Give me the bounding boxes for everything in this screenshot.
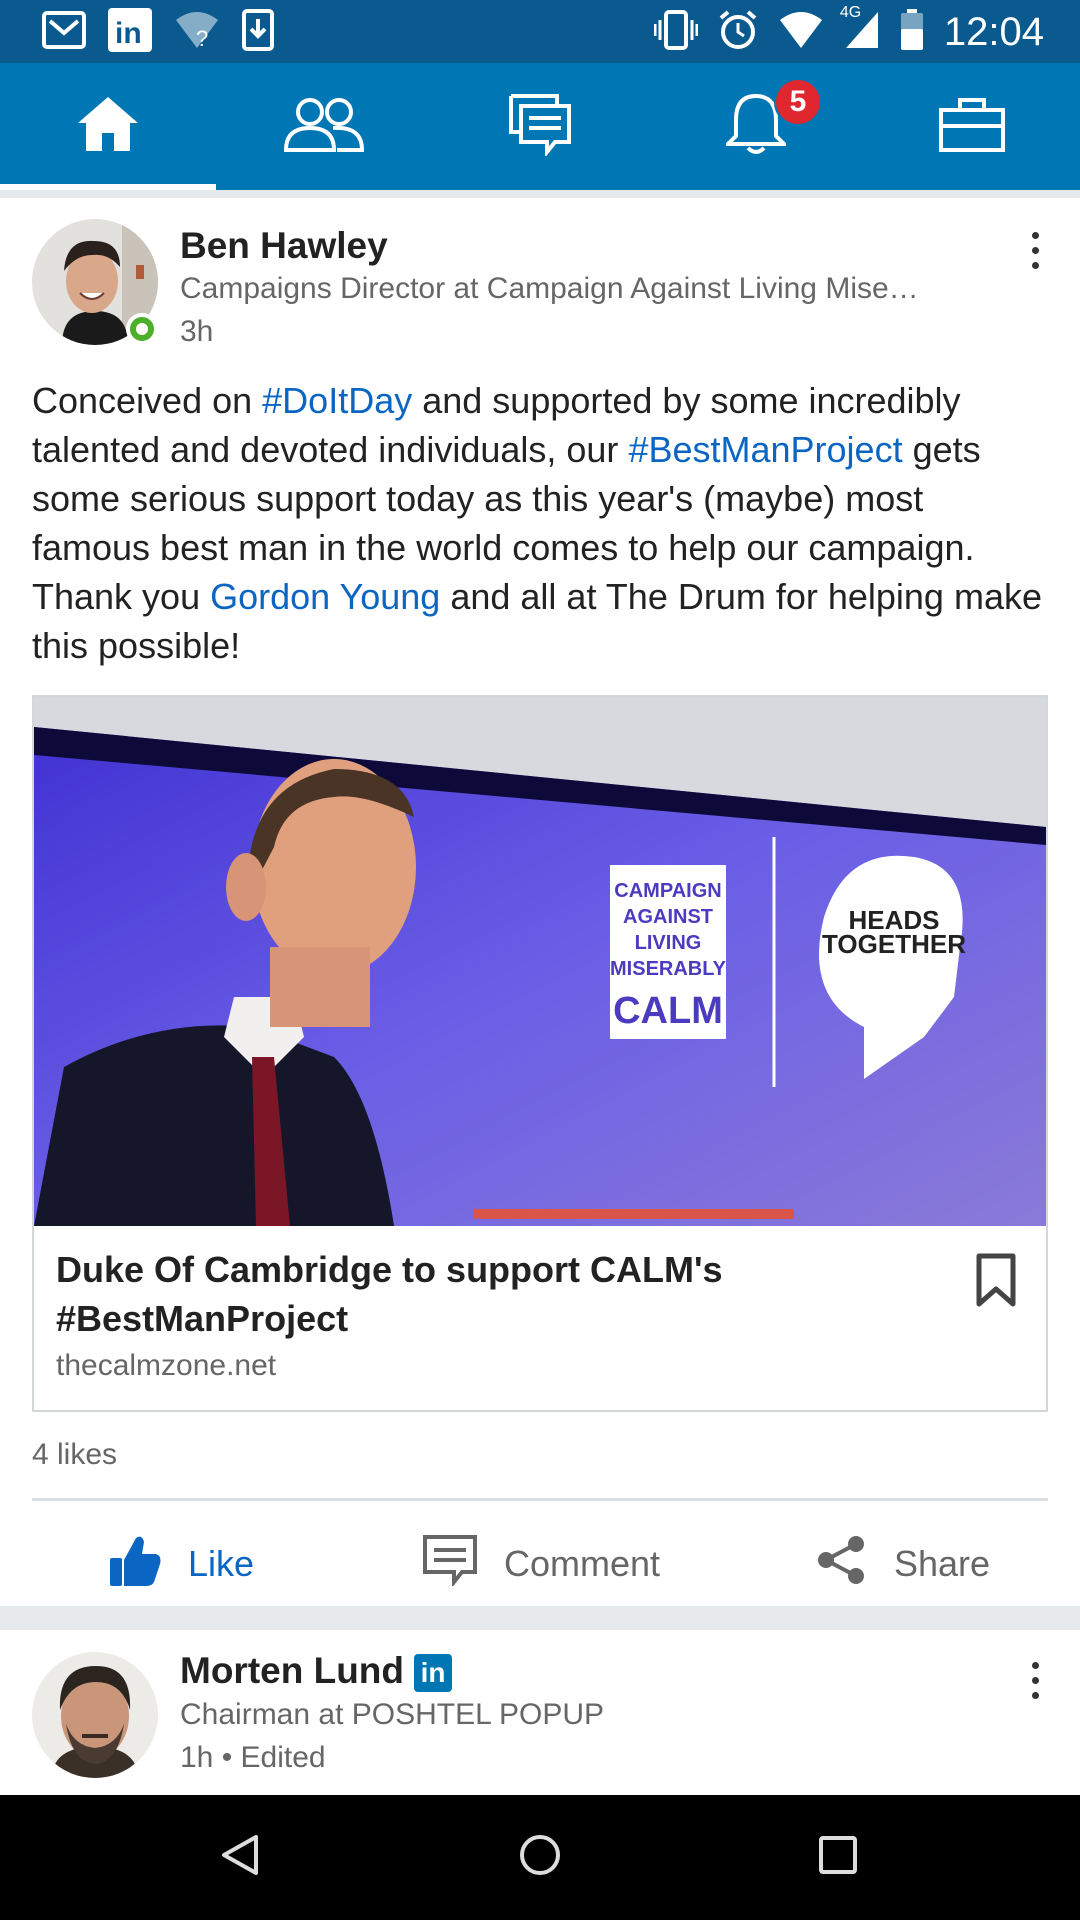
recents-square-icon — [818, 1835, 858, 1880]
comment-button[interactable]: Comment — [422, 1528, 660, 1600]
linkedin-icon: in — [108, 7, 152, 57]
feed-post: Morten Lund in Chairman at POSHTEL POPUP … — [0, 1630, 1080, 1795]
feed-post: Ben Hawley Campaigns Director at Campaig… — [0, 198, 1080, 1606]
top-navigation: 5 — [0, 63, 1080, 190]
share-icon — [816, 1534, 868, 1595]
post-timestamp: 3h — [180, 315, 214, 348]
author-headline: Campaigns Director at Campaign Against L… — [180, 272, 919, 305]
vibrate-icon — [653, 9, 699, 55]
people-icon — [283, 96, 365, 157]
article-link-card[interactable]: CAMPAIGN AGAINST LIVING MISERABLY CALM H… — [32, 695, 1048, 1412]
bookmark-icon[interactable] — [976, 1253, 1016, 1312]
linkedin-influencer-icon: in — [414, 1654, 453, 1693]
share-label: Share — [894, 1543, 991, 1584]
nav-tab-jobs[interactable] — [864, 63, 1080, 190]
mention-link[interactable]: Gordon Young — [210, 576, 440, 617]
share-button[interactable]: Share — [816, 1528, 990, 1600]
author-name[interactable]: Ben Hawley — [180, 225, 388, 267]
home-icon — [76, 95, 140, 158]
alarm-icon — [718, 9, 758, 55]
like-label: Like — [188, 1543, 255, 1584]
author-name[interactable]: Morten Lund — [180, 1650, 404, 1691]
calm-logo-line: CAMPAIGN — [614, 880, 721, 902]
more-dot-icon — [1031, 1676, 1039, 1684]
more-dot-icon — [1031, 1691, 1039, 1699]
more-dot-icon — [1031, 231, 1039, 239]
comment-icon — [422, 1534, 478, 1595]
article-title[interactable]: Duke Of Cambridge to support CALM's #Bes… — [56, 1245, 916, 1343]
hashtag-link[interactable]: #BestManProject — [628, 429, 902, 470]
hashtag-link[interactable]: #DoItDay — [262, 380, 412, 421]
briefcase-icon — [938, 96, 1006, 157]
network-type-label: 4G — [839, 3, 862, 21]
article-domain: thecalmzone.net — [56, 1349, 277, 1382]
more-dot-icon — [1031, 246, 1039, 254]
system-navigation-bar — [0, 1795, 1080, 1920]
messages-icon — [507, 92, 573, 161]
battery-icon — [900, 8, 924, 56]
like-button[interactable]: Like — [108, 1528, 254, 1600]
back-button[interactable] — [208, 1825, 272, 1889]
nav-tab-my-network[interactable] — [216, 63, 432, 190]
thumbs-up-icon — [108, 1532, 162, 1597]
wifi-icon — [778, 10, 824, 55]
comment-label: Comment — [504, 1543, 661, 1584]
nav-tab-home[interactable] — [0, 63, 216, 190]
status-bar: in ? 4G 12:04 — [0, 0, 1080, 63]
post-body-text: Conceived on #DoItDay and supported by s… — [32, 376, 1042, 670]
clock-time: 12:04 — [943, 9, 1044, 54]
author-headline: Chairman at POSHTEL POPUP — [180, 1698, 605, 1731]
post-text-part: Conceived on — [32, 380, 263, 421]
heads-together-logo-line: TOGETHER — [822, 929, 966, 959]
post-timestamp: 1h • Edited — [180, 1741, 326, 1774]
home-circle-icon — [518, 1833, 562, 1882]
post-options-button[interactable] — [1020, 1650, 1050, 1710]
nav-tab-messaging[interactable] — [432, 63, 648, 190]
active-tab-indicator — [0, 184, 216, 190]
likes-count[interactable]: 4 likes — [32, 1438, 117, 1472]
back-triangle-icon — [220, 1833, 260, 1882]
home-button[interactable] — [508, 1825, 572, 1889]
post-options-button[interactable] — [1020, 220, 1050, 280]
nav-tab-notifications[interactable]: 5 — [648, 63, 864, 190]
download-icon — [242, 8, 274, 56]
calm-logo-line: MISERABLY — [610, 958, 727, 980]
notification-count-badge: 5 — [774, 78, 822, 126]
signal-icon: 4G — [840, 4, 880, 55]
divider — [32, 1498, 1048, 1501]
gmail-icon — [42, 10, 86, 54]
wifi-question-icon: ? — [174, 10, 220, 55]
author-name-row: Morten Lund in — [180, 1650, 453, 1693]
more-dot-icon — [1031, 1661, 1039, 1669]
recents-button[interactable] — [806, 1825, 870, 1889]
author-avatar[interactable] — [32, 1652, 158, 1778]
calm-logo-line: CALM — [613, 990, 723, 1032]
more-dot-icon — [1031, 261, 1039, 269]
svg-text:in: in — [115, 17, 142, 50]
article-image[interactable]: CAMPAIGN AGAINST LIVING MISERABLY CALM H… — [34, 697, 1046, 1226]
calm-logo-line: LIVING — [635, 932, 702, 954]
svg-text:?: ? — [196, 26, 208, 50]
calm-logo-line: AGAINST — [623, 906, 713, 928]
online-status-indicator — [126, 313, 158, 345]
